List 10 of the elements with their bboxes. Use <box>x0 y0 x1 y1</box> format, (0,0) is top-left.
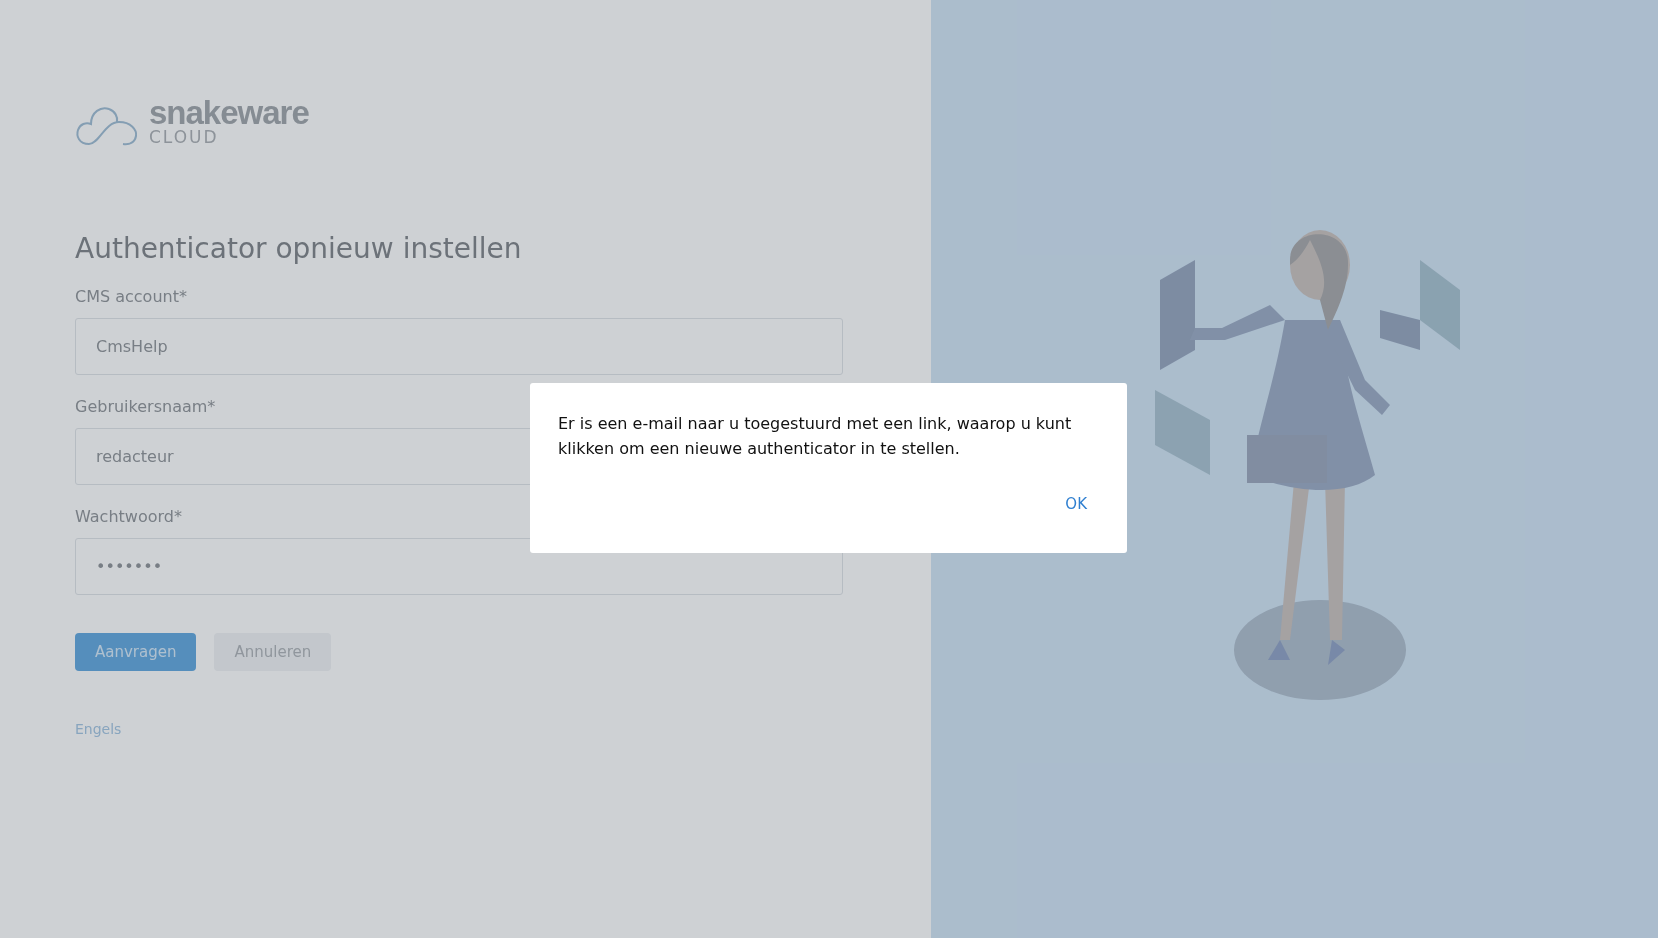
field-label: Gebruikersnaam* <box>75 397 217 416</box>
language-link[interactable]: Engels <box>75 721 931 737</box>
field-label: CMS account* <box>75 287 188 306</box>
logo-subtitle: CLOUD <box>149 129 220 146</box>
ok-button[interactable]: OK <box>1053 489 1099 519</box>
input-field[interactable]: CmsHelp <box>75 318 843 375</box>
logo-wordmark: snakeware <box>149 96 309 129</box>
field-label: Wachtwoord* <box>75 507 183 526</box>
page-title: Authenticator opnieuw instellen <box>75 232 523 265</box>
request-button[interactable]: Aanvragen <box>75 633 197 671</box>
